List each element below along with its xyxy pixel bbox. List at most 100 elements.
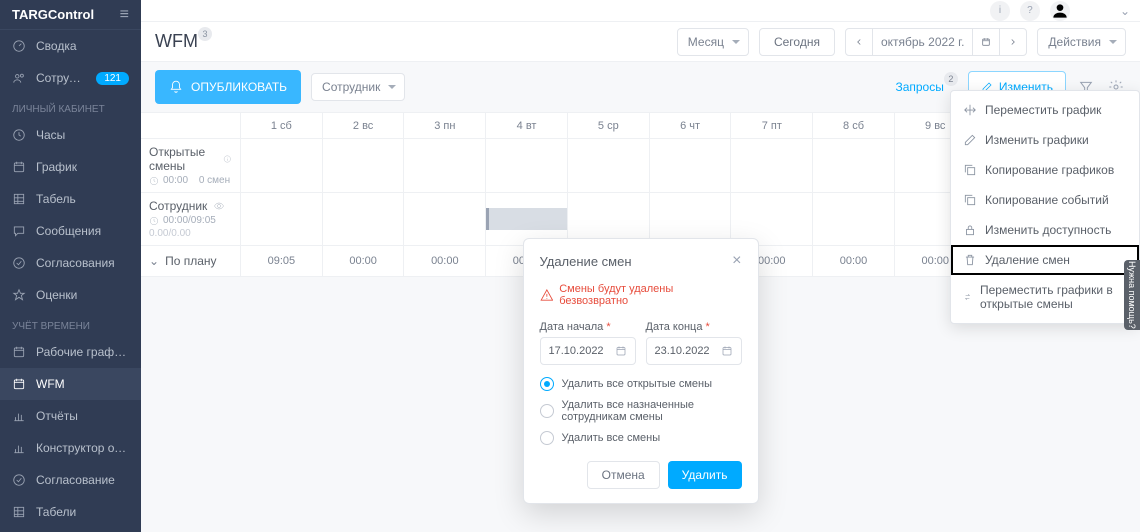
help-tab[interactable]: Нужна помощь?: [1124, 260, 1140, 330]
day-header: 8 сб: [813, 113, 895, 138]
actions-select[interactable]: Действия: [1037, 28, 1126, 56]
users-icon: [12, 71, 26, 85]
radio-open-shifts[interactable]: Удалить все открытые смены: [540, 377, 742, 391]
grid-cell[interactable]: [650, 139, 732, 192]
sidebar-item-Табели[interactable]: Табели: [0, 496, 141, 528]
grid-cell[interactable]: [323, 193, 405, 245]
grid-cell[interactable]: [241, 193, 323, 245]
start-date-input[interactable]: 17.10.2022: [540, 337, 636, 365]
employee-select[interactable]: Сотрудник: [311, 73, 405, 101]
context-menu: Переместить графикИзменить графикиКопиро…: [950, 90, 1140, 324]
clock-icon: [149, 216, 159, 226]
grid-icon: [12, 505, 26, 519]
period-calendar[interactable]: [973, 29, 1000, 55]
close-icon[interactable]: ×: [732, 253, 741, 269]
grid-cell[interactable]: [568, 139, 650, 192]
chevron-down-icon[interactable]: ⌄: [149, 254, 159, 268]
grid-cell[interactable]: [813, 193, 895, 245]
star-icon: [12, 288, 26, 302]
ctx-item-copy[interactable]: Копирование графиков: [951, 155, 1139, 185]
sidebar-item-Согласование[interactable]: Согласование: [0, 464, 141, 496]
sidebar-item-label: Согласования: [36, 256, 129, 270]
day-header: 1 сб: [241, 113, 323, 138]
next-period[interactable]: [1000, 29, 1026, 55]
main-area: i ? ⌄ WFM 3 Месяц Сегодня октябрь 2022 г…: [141, 0, 1140, 532]
radio-assigned-shifts[interactable]: Удалить все назначенные сотрудникам смен…: [540, 399, 742, 423]
sidebar-item-Сотрудники[interactable]: Сотрудники121: [0, 62, 141, 94]
cancel-button[interactable]: Отмена: [587, 461, 660, 489]
ctx-item-copy[interactable]: Копирование событий: [951, 185, 1139, 215]
sidebar-item-label: Сообщения: [36, 224, 129, 238]
end-date-label: Дата конца *: [646, 321, 742, 333]
sidebar-item-Сводка[interactable]: Сводка: [0, 30, 141, 62]
prev-period[interactable]: [846, 29, 873, 55]
day-header: 5 ср: [568, 113, 650, 138]
check-icon: [12, 256, 26, 270]
period-label[interactable]: октябрь 2022 г.: [873, 29, 973, 55]
sidebar-item-Сообщения[interactable]: Сообщения: [0, 215, 141, 247]
topbar: i ? ⌄: [141, 0, 1140, 22]
sidebar-item-Конструктор отчётов[interactable]: Конструктор отчётов: [0, 432, 141, 464]
bar-icon: [12, 409, 26, 423]
dropdown-toggle[interactable]: ⌄: [1120, 4, 1130, 18]
start-date-label: Дата начала *: [540, 321, 636, 333]
shift-block[interactable]: [486, 208, 567, 230]
sidebar-toggle[interactable]: ≡: [120, 6, 129, 24]
info-icon[interactable]: i: [990, 1, 1010, 21]
check-icon: [12, 473, 26, 487]
ctx-item-swap[interactable]: Переместить графики в открытые смены: [951, 275, 1139, 319]
grid-cell[interactable]: [404, 139, 486, 192]
today-button[interactable]: Сегодня: [759, 28, 835, 56]
help-icon[interactable]: ?: [1020, 1, 1040, 21]
publish-button[interactable]: ОПУБЛИКОВАТЬ: [155, 70, 301, 104]
delete-button[interactable]: Удалить: [668, 461, 742, 489]
sidebar-item-Оценка персонала[interactable]: Оценка персонала: [0, 528, 141, 532]
ctx-item-trash[interactable]: Удаление смен: [951, 245, 1139, 275]
sidebar-item-Часы[interactable]: Часы: [0, 119, 141, 151]
requests-link[interactable]: Запросы 2: [895, 80, 957, 94]
plan-cell: 00:00: [323, 246, 405, 276]
sidebar-item-Рабочие графики[interactable]: Рабочие графики: [0, 336, 141, 368]
sidebar-item-label: Сотрудники: [36, 71, 86, 85]
gauge-icon: [12, 39, 26, 53]
grid-cell[interactable]: [404, 193, 486, 245]
modal-warning: Смены будут удалены безвозвратно: [540, 283, 742, 307]
sidebar-item-Оценки[interactable]: Оценки: [0, 279, 141, 311]
grid-cell[interactable]: [731, 139, 813, 192]
sidebar-item-Согласования[interactable]: Согласования: [0, 247, 141, 279]
grid-cell[interactable]: [241, 139, 323, 192]
radio-all-shifts[interactable]: Удалить все смены: [540, 431, 742, 445]
grid-cell[interactable]: [486, 139, 568, 192]
sidebar: TARGControl ≡ СводкаСотрудники121 ЛИЧНЫЙ…: [0, 0, 141, 532]
day-header: 2 вс: [323, 113, 405, 138]
sidebar-header: TARGControl ≡: [0, 0, 141, 30]
sidebar-item-label: Табели: [36, 505, 129, 519]
modal-title: Удаление смен: [540, 254, 632, 269]
sidebar-item-Табель[interactable]: Табель: [0, 183, 141, 215]
period-nav: октябрь 2022 г.: [845, 28, 1027, 56]
warning-icon: [540, 288, 554, 302]
calendar-icon: [721, 345, 733, 357]
sidebar-item-label: Согласование: [36, 473, 129, 487]
ctx-item-lock[interactable]: Изменить доступность: [951, 215, 1139, 245]
grid-cell[interactable]: [323, 139, 405, 192]
info-icon: [223, 153, 232, 165]
sidebar-item-label: Сводка: [36, 39, 129, 53]
end-date-input[interactable]: 23.10.2022: [646, 337, 742, 365]
sidebar-item-Отчёты[interactable]: Отчёты: [0, 400, 141, 432]
grid-cell[interactable]: [813, 139, 895, 192]
calendar-icon: [12, 377, 26, 391]
page-title: WFM 3: [155, 31, 198, 52]
clock-icon: [12, 128, 26, 142]
delete-shifts-modal: Удаление смен × Смены будут удалены безв…: [523, 238, 759, 504]
sidebar-item-График[interactable]: График: [0, 151, 141, 183]
plan-cell: 00:00: [404, 246, 486, 276]
sidebar-item-WFM[interactable]: WFM: [0, 368, 141, 400]
ctx-item-edit[interactable]: Изменить графики: [951, 125, 1139, 155]
user-icon[interactable]: [1050, 1, 1070, 21]
view-select[interactable]: Месяц: [677, 28, 749, 56]
day-header: 6 чт: [650, 113, 732, 138]
titlebar: WFM 3 Месяц Сегодня октябрь 2022 г. Дейс…: [141, 22, 1140, 62]
ctx-item-move[interactable]: Переместить график: [951, 95, 1139, 125]
bell-icon: [169, 80, 183, 94]
